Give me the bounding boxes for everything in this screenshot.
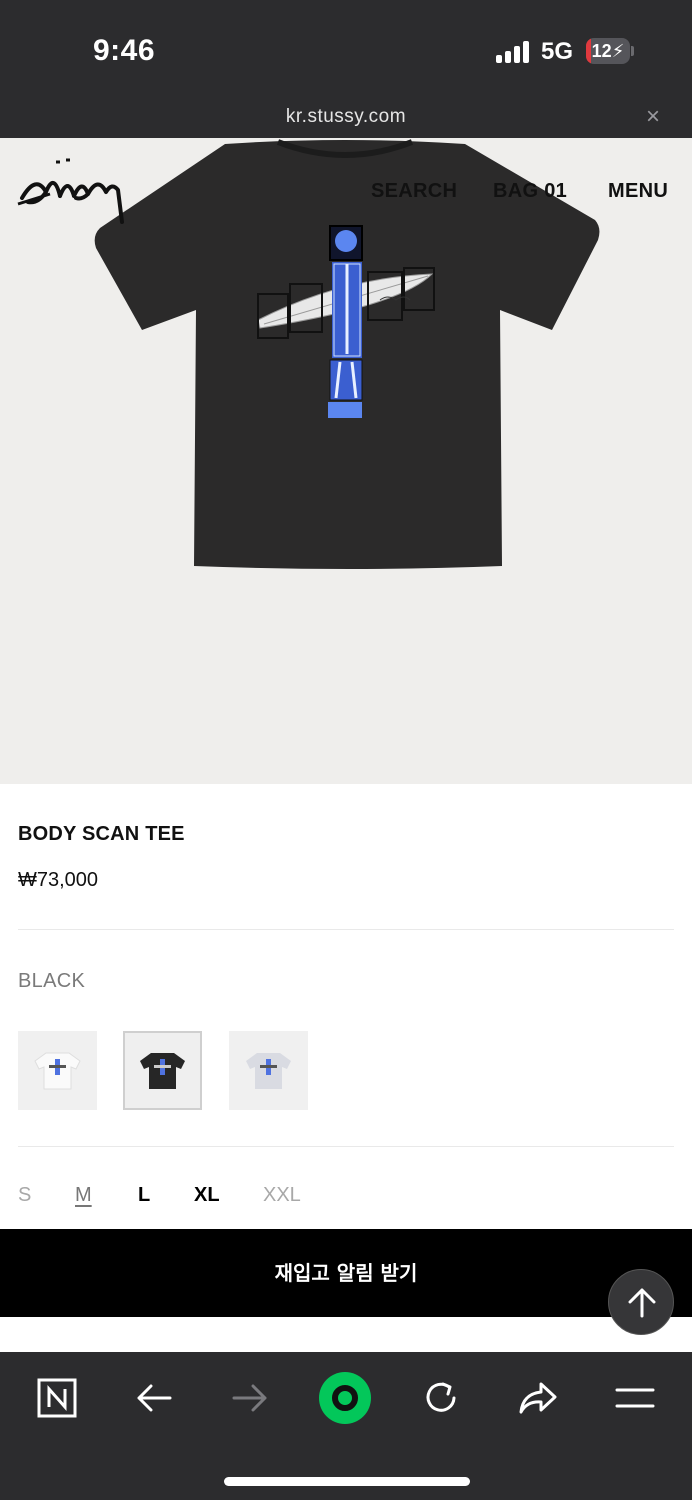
network-type: 5G <box>541 38 574 65</box>
tshirt-thumbnail-icon <box>246 1053 291 1089</box>
forward-arrow-icon[interactable] <box>220 1374 280 1422</box>
tshirt-thumbnail-icon <box>140 1053 185 1089</box>
product-hero-image: SEARCH BAG 01 MENU <box>0 138 692 784</box>
battery-icon: 12⚡ <box>586 38 630 64</box>
battery-percent: 12⚡ <box>591 41 625 61</box>
restock-notify-button[interactable]: 재입고 알림 받기 <box>0 1229 692 1317</box>
green-circle-icon[interactable] <box>315 1372 375 1424</box>
nav-search-link[interactable]: SEARCH <box>371 180 457 203</box>
battery-nub <box>631 46 634 56</box>
size-option-xl[interactable]: XL <box>194 1184 220 1207</box>
size-option-xxl[interactable]: XXL <box>263 1184 301 1207</box>
browser-toolbar <box>0 1352 692 1500</box>
back-arrow-icon[interactable] <box>124 1374 184 1422</box>
share-icon[interactable] <box>508 1374 568 1422</box>
nav-menu-link[interactable]: MENU <box>608 180 668 203</box>
home-indicator[interactable] <box>224 1477 470 1486</box>
divider <box>18 929 674 930</box>
swatch-grey[interactable] <box>229 1031 308 1110</box>
color-label: BLACK <box>18 970 86 992</box>
tshirt-image <box>94 139 600 569</box>
reload-icon[interactable] <box>411 1374 471 1422</box>
size-option-l[interactable]: L <box>138 1184 150 1207</box>
cellular-signal-icon <box>496 41 532 63</box>
url-text[interactable]: kr.stussy.com <box>0 106 692 128</box>
arrow-up-icon <box>628 1288 656 1318</box>
nav-bag-link[interactable]: BAG 01 <box>493 180 567 203</box>
stussy-logo[interactable] <box>16 152 130 230</box>
swatch-white[interactable] <box>18 1031 97 1110</box>
product-price: ₩73,000 <box>18 869 99 891</box>
size-option-s[interactable]: S <box>18 1184 31 1207</box>
tshirt-thumbnail-icon <box>34 1052 81 1090</box>
naver-home-icon[interactable] <box>27 1374 87 1422</box>
size-option-m[interactable]: M <box>75 1184 92 1207</box>
browser-url-bar[interactable]: kr.stussy.com × <box>0 100 692 138</box>
menu-icon[interactable] <box>605 1374 665 1422</box>
close-icon[interactable]: × <box>646 103 660 131</box>
status-time: 9:46 <box>93 34 156 67</box>
product-title: BODY SCAN TEE <box>18 823 185 845</box>
scroll-to-top-button[interactable] <box>608 1269 674 1335</box>
swatch-black[interactable] <box>123 1031 202 1110</box>
status-bar: 9:46 5G 12⚡ <box>0 0 692 100</box>
divider <box>18 1146 674 1147</box>
